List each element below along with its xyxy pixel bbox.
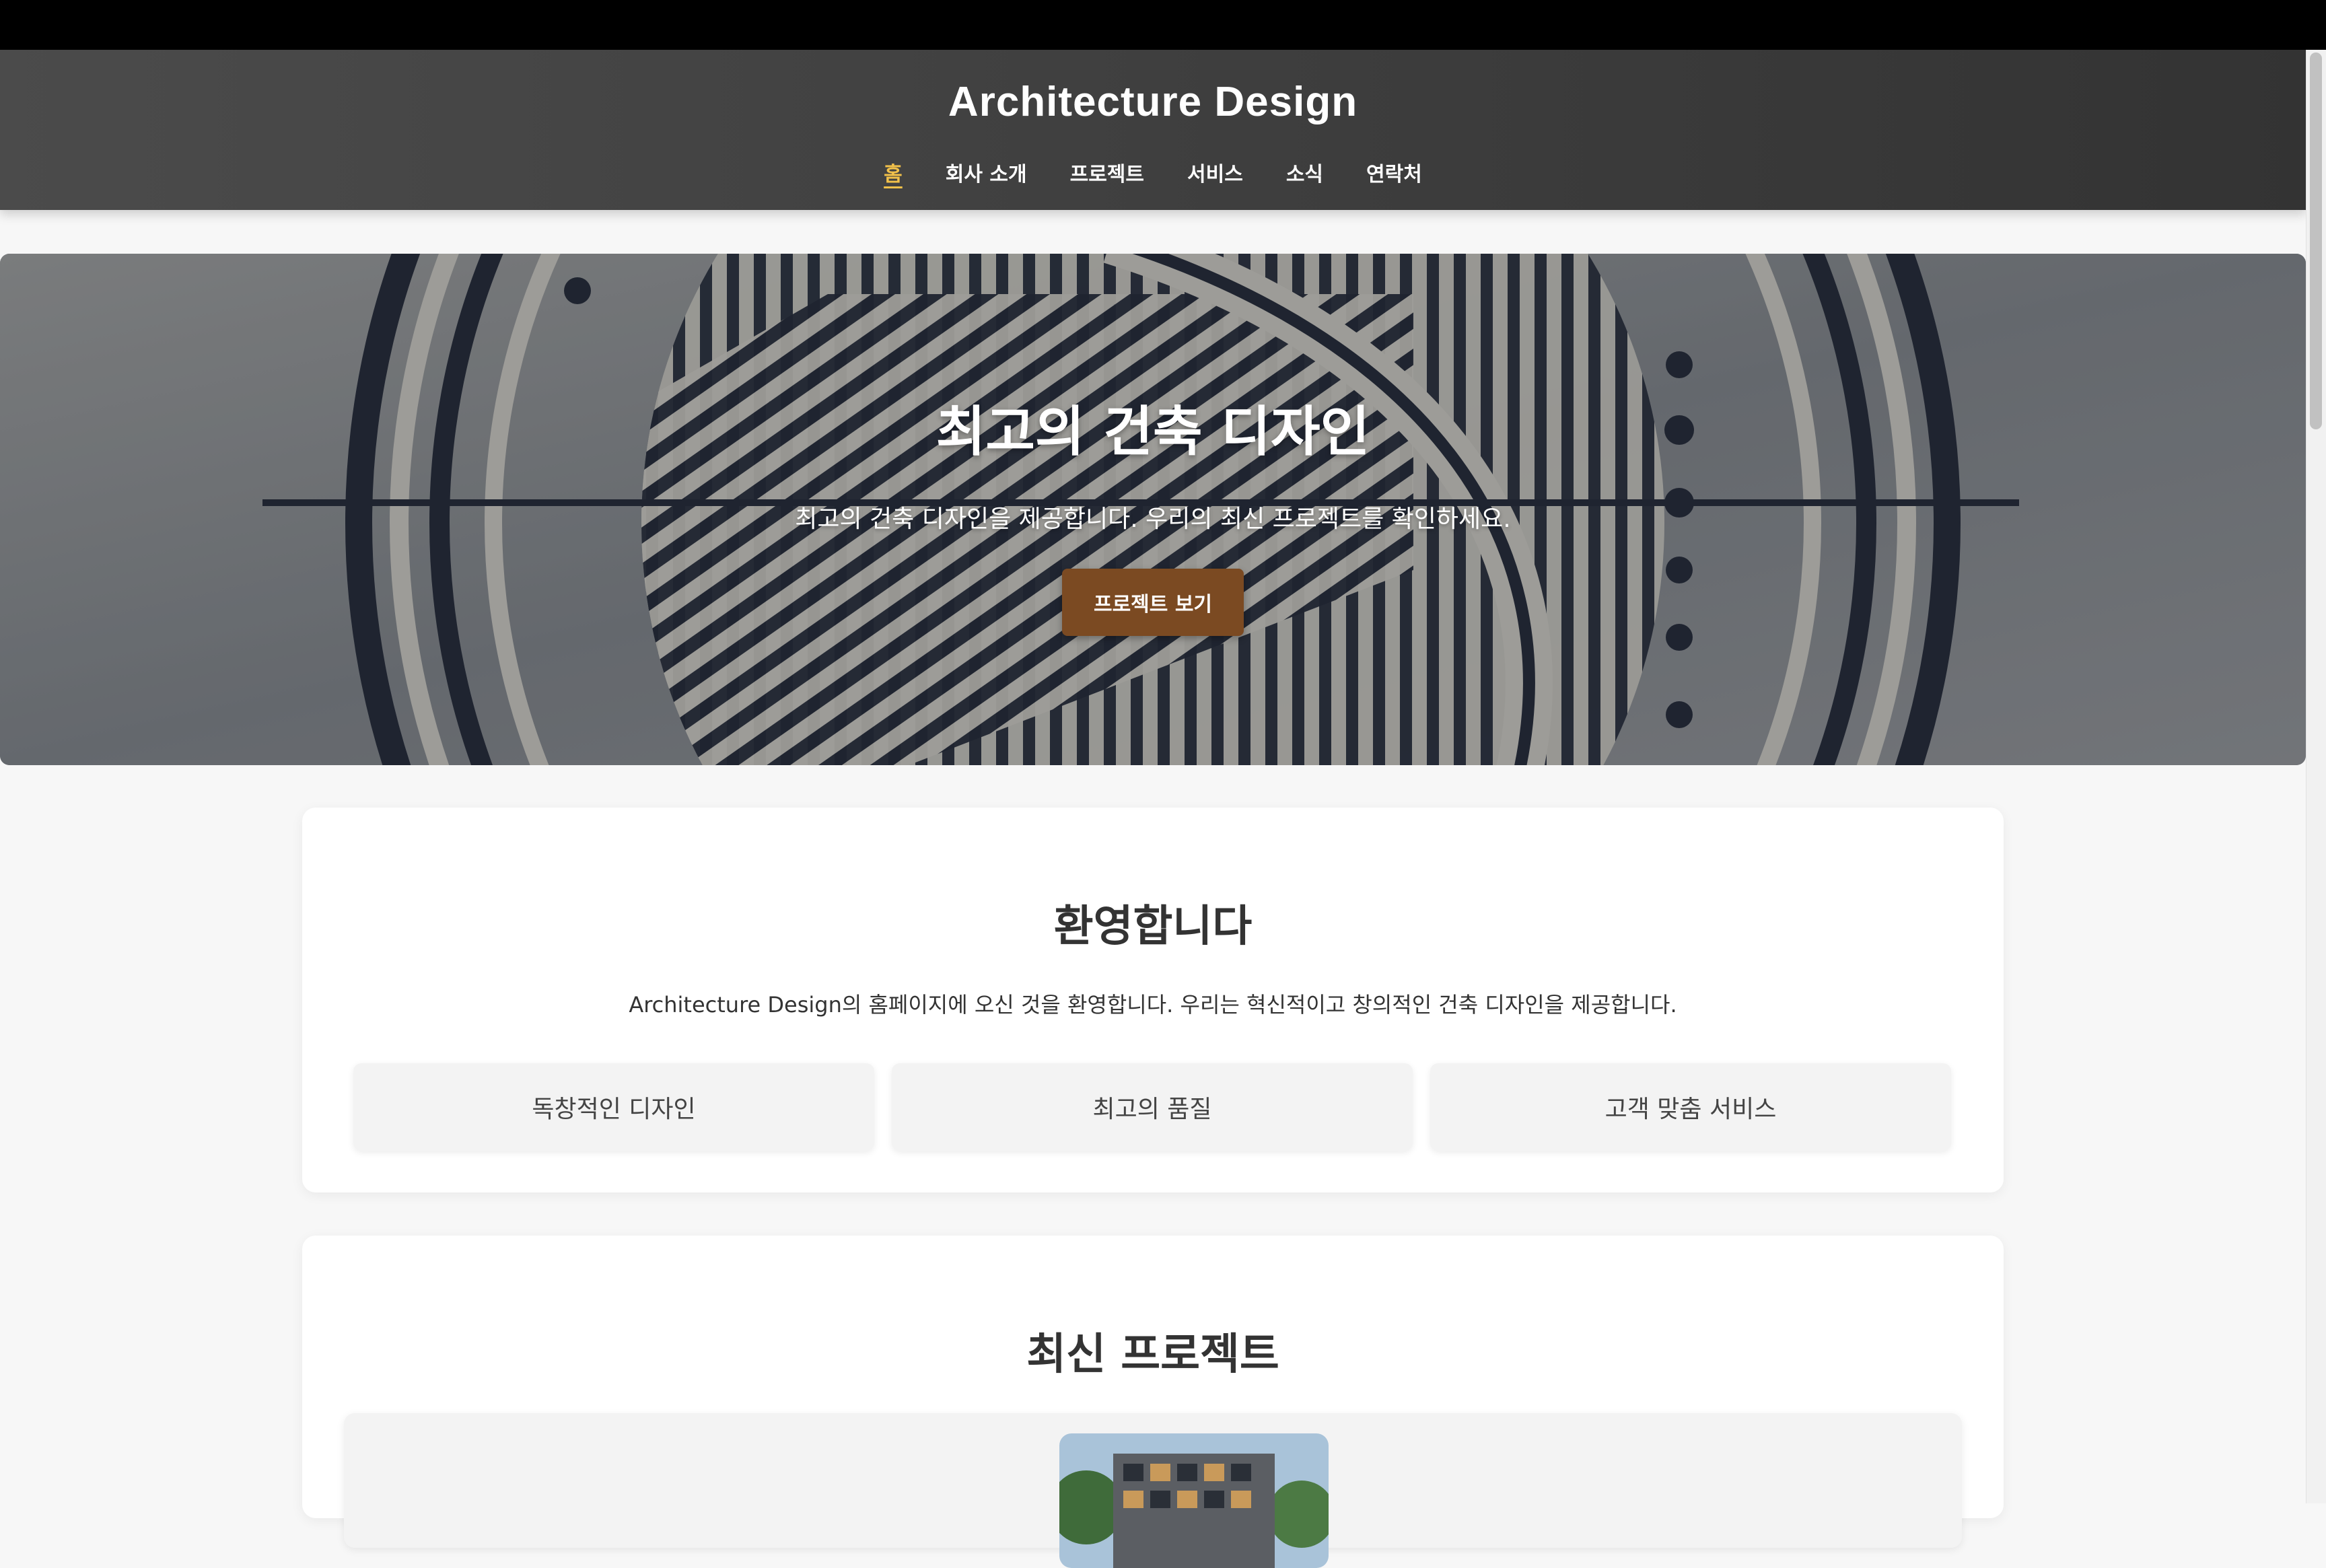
site-header: Architecture Design 홈 회사 소개 프로젝트 서비스 소식 … <box>0 50 2306 210</box>
nav-item-services[interactable]: 서비스 <box>1187 157 1243 187</box>
main-nav: 홈 회사 소개 프로젝트 서비스 소식 연락처 <box>0 157 2306 187</box>
hero-subtitle: 최고의 건축 디자인을 제공합니다. 우리의 최신 프로젝트를 확인하세요. <box>795 505 1511 533</box>
hero-banner: 최고의 건축 디자인 최고의 건축 디자인을 제공합니다. 우리의 최신 프로젝… <box>0 254 2306 765</box>
nav-item-news[interactable]: 소식 <box>1286 157 1323 187</box>
nav-item-home[interactable]: 홈 <box>884 157 903 187</box>
feature-list: 독창적인 디자인 최고의 품질 고객 맞춤 서비스 <box>353 1063 1951 1151</box>
welcome-card: 환영합니다 Architecture Design의 홈페이지에 오신 것을 환… <box>302 808 2004 1192</box>
project-list <box>344 1413 1962 1568</box>
view-projects-button[interactable]: 프로젝트 보기 <box>1062 569 1244 636</box>
welcome-heading: 환영합니다 <box>1053 902 1253 952</box>
latest-projects-card: 최신 프로젝트 <box>302 1236 2004 1568</box>
hero-title: 최고의 건축 디자인 <box>936 400 1370 463</box>
site-title: Architecture Design <box>948 79 1358 125</box>
scrollbar-thumb[interactable] <box>2310 52 2322 429</box>
nav-item-contact[interactable]: 연락처 <box>1366 157 1422 187</box>
latest-projects-heading: 최신 프로젝트 <box>1026 1330 1279 1380</box>
nav-item-projects[interactable]: 프로젝트 <box>1070 157 1144 187</box>
browser-top-bar <box>0 0 2326 50</box>
welcome-text: Architecture Design의 홈페이지에 오신 것을 환영합니다. … <box>629 992 1677 1018</box>
feature-item-quality: 최고의 품질 <box>892 1063 1413 1151</box>
feature-item-design: 독창적인 디자인 <box>353 1063 874 1151</box>
feature-item-service: 고객 맞춤 서비스 <box>1430 1063 1951 1151</box>
nav-item-about[interactable]: 회사 소개 <box>946 157 1027 187</box>
project-image[interactable] <box>1059 1433 1329 1568</box>
